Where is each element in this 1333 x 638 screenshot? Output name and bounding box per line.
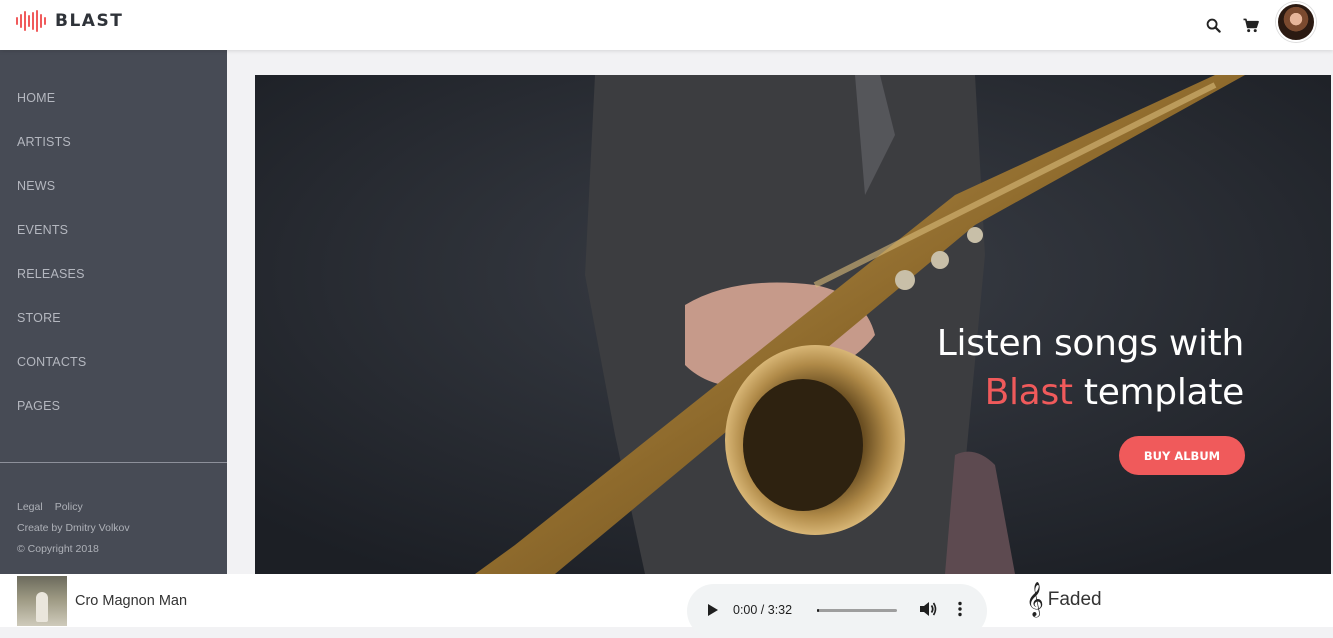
buy-album-button[interactable]: BUY ALBUM (1119, 436, 1245, 475)
policy-link[interactable]: Policy (55, 501, 83, 513)
sidebar-item-pages[interactable]: PAGES (0, 395, 227, 439)
hero-banner: Listen songs with Blast template BUY ALB… (255, 75, 1331, 574)
now-playing-title: Faded (1047, 589, 1102, 610)
sidebar-item-store[interactable]: STORE (0, 307, 227, 351)
logo[interactable]: BLAST (16, 10, 123, 32)
volume-icon[interactable] (919, 600, 937, 623)
top-bar: BLAST (0, 0, 1333, 50)
copyright-text: © Copyright 2018 (17, 543, 99, 555)
play-icon[interactable] (708, 604, 718, 616)
treble-clef-icon: 𝄞 (1026, 582, 1044, 617)
sidebar-divider (0, 462, 227, 463)
sidebar-nav: HOME ARTISTS NEWS EVENTS RELEASES STORE … (0, 50, 227, 439)
hero-title-rest: template (1083, 372, 1244, 413)
brand-name: BLAST (55, 11, 124, 31)
sidebar-item-news[interactable]: NEWS (0, 175, 227, 219)
sidebar-item-artists[interactable]: ARTISTS (0, 131, 227, 175)
waveform-icon (16, 10, 46, 32)
sidebar-item-releases[interactable]: RELEASES (0, 263, 227, 307)
sidebar-footer: Legal Policy Create by Dmitry Volkov © Co… (17, 497, 130, 560)
track-title: Cro Magnon Man (75, 593, 188, 609)
more-options-icon[interactable] (957, 601, 963, 622)
time-display: 0:00 / 3:32 (733, 603, 793, 617)
player-bar: Cro Magnon Man 0:00 / 3:32 𝄞 Faded (0, 574, 1333, 638)
now-playing: 𝄞 Faded (1026, 583, 1102, 617)
progress-fill (817, 609, 819, 612)
legal-link[interactable]: Legal (17, 501, 43, 513)
track-thumbnail[interactable] (17, 576, 67, 626)
user-avatar[interactable] (1276, 2, 1316, 42)
sidebar-item-events[interactable]: EVENTS (0, 219, 227, 263)
hero-title-line1: Listen songs with (936, 323, 1245, 364)
hero-title-accent: Blast (984, 372, 1073, 413)
credit-text: Create by Dmitry Volkov (17, 522, 130, 534)
cart-icon[interactable] (1232, 6, 1270, 44)
sidebar-item-contacts[interactable]: CONTACTS (0, 351, 227, 395)
progress-bar[interactable] (817, 609, 897, 612)
sidebar: HOME ARTISTS NEWS EVENTS RELEASES STORE … (0, 50, 227, 574)
search-icon[interactable] (1194, 6, 1232, 44)
sidebar-item-home[interactable]: HOME (0, 87, 227, 131)
hero-title: Listen songs with Blast template (936, 319, 1245, 417)
audio-player: 0:00 / 3:32 (687, 584, 987, 638)
